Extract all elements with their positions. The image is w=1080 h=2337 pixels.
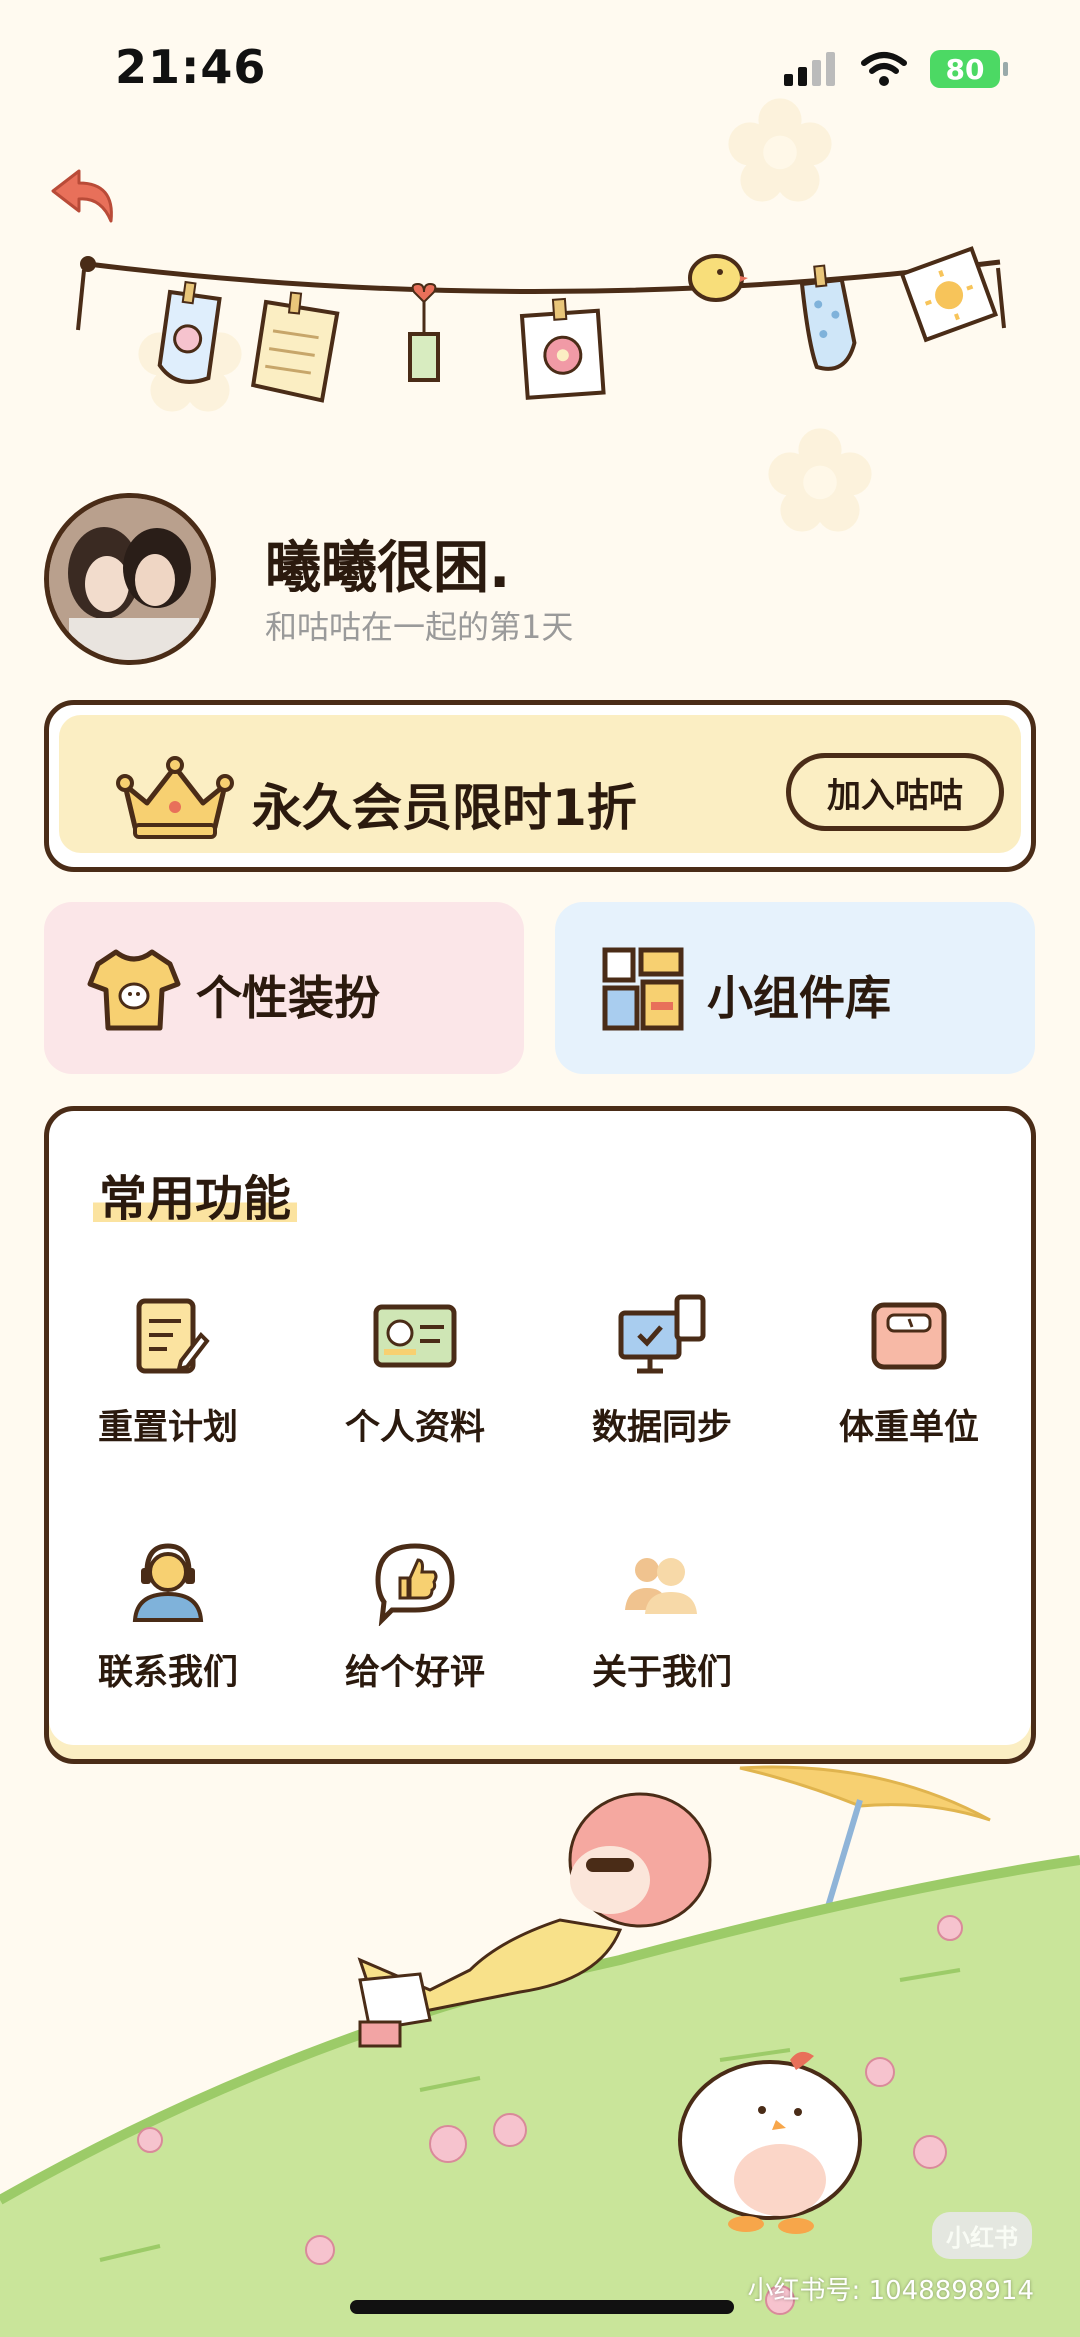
common-functions-panel: 常用功能 重置计划 个人资料 数据同步 体重单位 联系我们 给个好评 关于我们 (44, 1106, 1036, 1764)
scale-icon (871, 1302, 947, 1370)
flower-pattern-icon (728, 98, 832, 202)
clothesline-illustration (76, 246, 1006, 403)
crown-icon (116, 756, 234, 839)
rate-us-label: 给个好评 (344, 1653, 485, 1693)
status-icons: 80 (784, 50, 1008, 88)
data-sync-label: 数据同步 (591, 1408, 732, 1448)
personal-dressup-label: 个性装扮 (196, 971, 380, 1025)
join-button[interactable]: 加入咕咕 (786, 753, 1004, 831)
about-us-item[interactable]: 关于我们 (562, 1536, 762, 1716)
data-sync-item[interactable]: 数据同步 (562, 1291, 762, 1471)
profile-name: 曦曦很困. (265, 536, 511, 601)
headset-icon (132, 1543, 204, 1622)
contact-us-label: 联系我们 (97, 1653, 238, 1693)
reset-plan-label: 重置计划 (97, 1408, 238, 1448)
battery-indicator: 80 (930, 50, 1008, 88)
weight-unit-label: 体重单位 (838, 1408, 979, 1448)
notebook-icon (136, 1298, 210, 1374)
id-card-icon (373, 1304, 457, 1368)
rate-us-item[interactable]: 给个好评 (315, 1536, 515, 1716)
thumbs-up-icon (375, 1543, 455, 1626)
signal-icon (784, 52, 835, 86)
status-time: 21:46 (115, 40, 267, 94)
watermark-text: 小红书号: 1048898914 (747, 2276, 1034, 2306)
widget-grid-icon (602, 947, 684, 1031)
avatar[interactable] (44, 493, 216, 665)
home-indicator[interactable] (350, 2300, 734, 2314)
widget-library-label: 小组件库 (707, 971, 891, 1025)
people-icon (625, 1558, 697, 1614)
watermark-logo: 小红书 (932, 2212, 1032, 2259)
about-us-label: 关于我们 (591, 1653, 732, 1693)
back-arrow-icon[interactable] (45, 155, 125, 235)
vip-banner[interactable]: 永久会员限时1折 加入咕咕 (44, 700, 1036, 872)
reset-plan-item[interactable]: 重置计划 (68, 1291, 268, 1471)
sync-devices-icon (618, 1294, 706, 1374)
personal-info-label: 个人资料 (344, 1408, 485, 1448)
flower-pattern-icon (768, 428, 872, 532)
vip-promo-text: 永久会员限时1折 (252, 779, 637, 837)
hill-illustration (0, 1765, 1080, 2337)
avatar-photo (49, 498, 211, 660)
tshirt-icon (87, 949, 181, 1031)
widget-library-card[interactable]: 小组件库 (555, 902, 1035, 1074)
weight-unit-item[interactable]: 体重单位 (809, 1291, 1009, 1471)
vip-banner-inner: 永久会员限时1折 加入咕咕 (59, 715, 1021, 853)
common-functions-title: 常用功能 (93, 1159, 298, 1229)
personal-info-item[interactable]: 个人资料 (315, 1291, 515, 1471)
wifi-icon (861, 52, 907, 86)
contact-us-item[interactable]: 联系我们 (68, 1536, 268, 1716)
battery-level: 80 (945, 52, 985, 86)
personal-dressup-card[interactable]: 个性装扮 (44, 902, 524, 1074)
together-days-text: 和咕咕在一起的第1天 (265, 608, 574, 646)
